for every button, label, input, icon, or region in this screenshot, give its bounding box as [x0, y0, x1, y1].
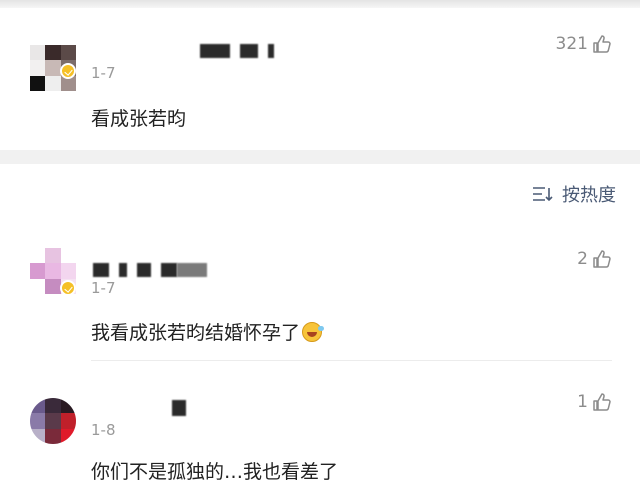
- sort-icon: [533, 187, 553, 202]
- username-redacted[interactable]: [172, 400, 196, 416]
- comment-date: 1-7: [91, 279, 116, 297]
- thumbs-up-icon: [593, 393, 611, 411]
- section-divider: [0, 150, 640, 164]
- like-count: 321: [555, 34, 588, 54]
- like-count: 2: [577, 249, 588, 269]
- comment-text: 我看成张若昀结婚怀孕了: [91, 318, 325, 345]
- like-button[interactable]: 1: [577, 392, 612, 412]
- comment-divider: [91, 360, 612, 361]
- avatar[interactable]: [30, 398, 76, 444]
- like-button[interactable]: 321: [556, 34, 612, 54]
- sort-by-hot-button[interactable]: 按热度: [532, 181, 616, 207]
- sort-label: 按热度: [562, 185, 616, 206]
- verified-badge-icon: [60, 280, 76, 296]
- username-redacted[interactable]: [200, 44, 284, 58]
- comment-text: 看成张若昀: [91, 108, 187, 130]
- verified-badge-icon: [60, 63, 76, 79]
- laugh-cry-emoji: [302, 322, 325, 342]
- thumbs-up-icon: [593, 250, 611, 268]
- hot-comment: 1-7 看成张若昀 321: [0, 0, 640, 150]
- comment-date: 1-7: [91, 64, 116, 82]
- like-button[interactable]: 2: [577, 249, 612, 269]
- like-count: 1: [577, 392, 588, 412]
- comment-text-value: 我看成张若昀结婚怀孕了: [91, 322, 301, 344]
- comment-text: 你们不是孤独的…我也看差了: [91, 461, 339, 483]
- username-redacted[interactable]: [93, 263, 217, 277]
- comment-date: 1-8: [91, 421, 116, 439]
- thumbs-up-icon: [593, 35, 611, 53]
